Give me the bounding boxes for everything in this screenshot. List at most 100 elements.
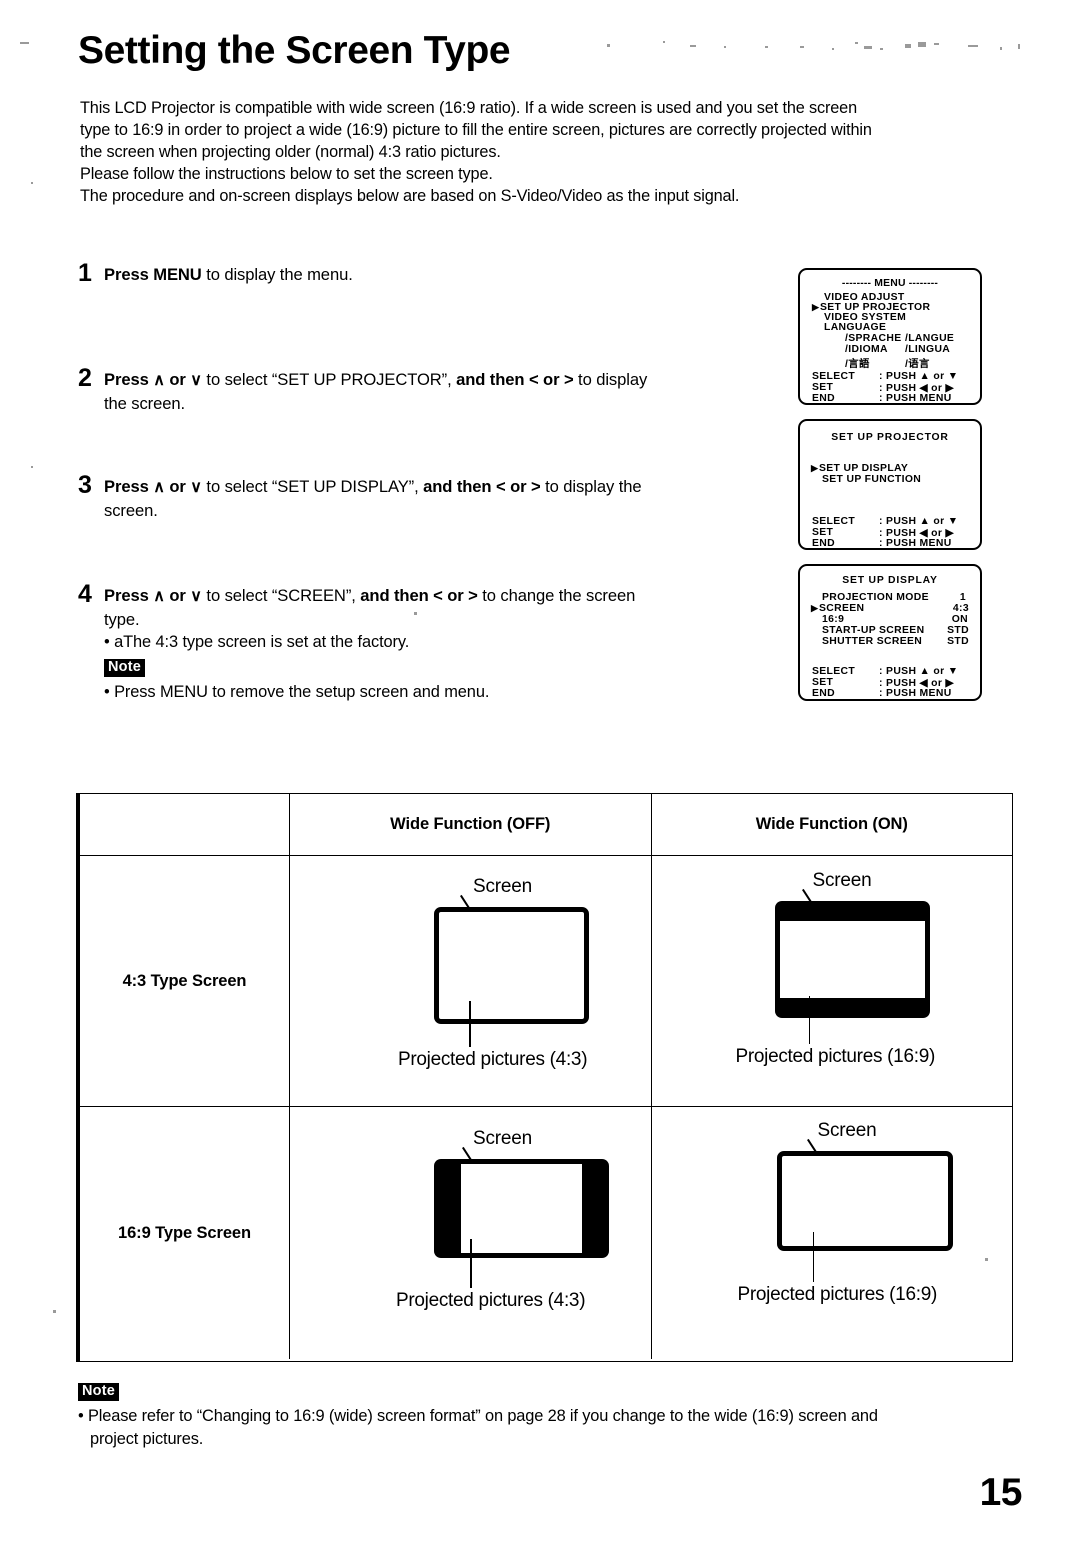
- step-4: 4 Press ∧ or ∨ to select “SCREEN”, and t…: [78, 580, 778, 703]
- page-number: 15: [979, 1471, 1023, 1514]
- osd-menu-lang-sprache: /SPRACHE: [845, 333, 902, 344]
- osd-menu-legend-end-val: : PUSH MENU: [879, 393, 952, 404]
- cell-16-9-wide-on: Screen Projected pictures (16:9): [652, 1107, 1013, 1359]
- down-arrow-icon: ∨: [190, 588, 202, 605]
- step-4-bullet: • aThe 4:3 type screen is set at the fac…: [104, 633, 410, 651]
- step-4-press: Press: [104, 586, 149, 605]
- intro-line-2: type to 16:9 in order to project a wide …: [80, 121, 872, 140]
- step-4-mid: to select “SCREEN”,: [201, 586, 361, 605]
- osd-display-legend-set-key: SET: [812, 677, 834, 688]
- osd-projector-legend-end-key: END: [812, 538, 835, 549]
- osd-display-value-screen: 4:3: [952, 603, 969, 614]
- projected-leader-line: [812, 1232, 815, 1282]
- osd-projector-legend-select-key: SELECT: [812, 516, 856, 527]
- step-4-note-badge-wrap: Note: [104, 655, 778, 678]
- projected-caption: Projected pictures (4:3): [398, 1049, 588, 1070]
- table-header-wide-off: Wide Function (OFF): [290, 794, 652, 855]
- table-row: 4:3 Type Screen Screen Projected picture…: [80, 856, 1012, 1107]
- cell-4-3-wide-on: Screen Projected pictures (16:9): [652, 856, 1013, 1106]
- osd-menu-lang-chinese: /语言: [905, 359, 930, 370]
- projected-caption: Projected pictures (4:3): [396, 1290, 586, 1311]
- screen-caption: Screen: [473, 1128, 533, 1149]
- osd-display-legend-end-val: : PUSH MENU: [879, 688, 952, 699]
- page-title: Setting the Screen Type: [78, 29, 511, 72]
- intro-line-1: This LCD Projector is compatible with wi…: [80, 99, 857, 117]
- projected-leader-line: [469, 1001, 471, 1047]
- osd-menu-title: -------- MENU --------: [841, 278, 939, 289]
- osd-display-legend-select-key: SELECT: [812, 666, 856, 677]
- table-header-wide-on: Wide Function (ON): [652, 794, 1013, 855]
- step-1-press: Press MENU: [104, 265, 202, 284]
- screen-caption: Screen: [473, 876, 533, 897]
- note-badge: Note: [78, 1383, 120, 1402]
- row-label-16-9-type-screen: 16:9 Type Screen: [80, 1107, 290, 1359]
- projected-picture-area: [461, 1164, 582, 1253]
- diagram-4-3-wide-on: Screen Projected pictures (16:9): [652, 856, 1013, 1106]
- up-arrow-icon: ∧: [153, 588, 165, 605]
- screen-frame-letterbox: [774, 901, 930, 1018]
- osd-menu-legend-select-key: SELECT: [812, 371, 856, 382]
- row-label-text: 16:9 Type Screen: [118, 1223, 251, 1242]
- osd-projector-legend-end-val: : PUSH MENU: [879, 538, 952, 549]
- osd-menu-legend-end-key: END: [812, 393, 835, 404]
- osd-display-legend-select-val: : PUSH ▲ or ▼: [879, 666, 959, 677]
- down-arrow-icon: ∨: [190, 479, 202, 496]
- diagram-4-3-wide-off: Screen Projected pictures (4:3): [290, 856, 651, 1106]
- intro-paragraph: This LCD Projector is compatible with wi…: [80, 97, 1005, 207]
- osd-menu-legend-set-key: SET: [812, 382, 834, 393]
- step-3-body: Press ∧ or ∨ to select “SET UP DISPLAY”,…: [104, 476, 778, 522]
- step-2-tail: to display: [573, 370, 648, 389]
- osd-projector-item-set-up-display: SET UP DISPLAY: [819, 463, 909, 474]
- step-4-body: Press ∧ or ∨ to select “SCREEN”, and the…: [104, 585, 778, 703]
- bottom-note-text: • Please refer to “Changing to 16:9 (wid…: [78, 1405, 1018, 1450]
- osd-menu-lang-idioma: /IDIOMA: [845, 344, 888, 355]
- step-3-and-then: and then < or >: [423, 477, 541, 496]
- step-2-body: Press ∧ or ∨ to select “SET UP PROJECTOR…: [104, 369, 778, 415]
- osd-display-title: SET UP DISPLAY: [842, 575, 938, 586]
- bottom-note: Note • Please refer to “Changing to 16:9…: [78, 1382, 1018, 1450]
- table-corner-cell: [80, 794, 290, 855]
- intro-line-5: The procedure and on-screen displays bel…: [80, 187, 740, 206]
- step-4-line-1: Press ∧ or ∨ to select “SCREEN”, and the…: [104, 585, 778, 609]
- intro-line-3: the screen when projecting older (normal…: [80, 143, 501, 162]
- step-4-or: or: [169, 586, 186, 605]
- bottom-note-line-1: • Please refer to “Changing to 16:9 (wid…: [78, 1407, 878, 1426]
- step-1-number: 1: [78, 259, 92, 287]
- screen-frame-pillarbox: [434, 1159, 609, 1258]
- step-4-number: 4: [78, 580, 92, 608]
- step-3-press: Press: [104, 477, 149, 496]
- row-label-text: 4:3 Type Screen: [122, 971, 247, 990]
- note-badge: Note: [104, 659, 146, 678]
- osd-projector-legend-set-key: SET: [812, 527, 834, 538]
- cell-16-9-wide-off: Screen Projected pictures (4:3): [290, 1107, 652, 1359]
- step-2-line-1: Press ∧ or ∨ to select “SET UP PROJECTOR…: [104, 369, 778, 393]
- step-3-tail: to display the: [540, 477, 642, 496]
- osd-menu-lang-lingua: /LINGUA: [905, 344, 951, 355]
- osd-display-value-start-up-screen: STD: [947, 625, 969, 636]
- diagram-16-9-wide-on: Screen Projected pictures (16:9): [652, 1107, 1013, 1359]
- step-2-mid: to select “SET UP PROJECTOR”,: [201, 370, 457, 389]
- step-2-number: 2: [78, 364, 92, 392]
- osd-menu-screen: -------- MENU -------- VIDEO ADJUST ▶ SE…: [798, 268, 982, 405]
- step-3-line-1: Press ∧ or ∨ to select “SET UP DISPLAY”,…: [104, 476, 778, 500]
- osd-menu-legend-select-val: : PUSH ▲ or ▼: [879, 371, 959, 382]
- step-4-note-bullet: • Press MENU to remove the setup screen …: [104, 682, 490, 701]
- intro-line-4: Please follow the instructions below to …: [80, 165, 493, 184]
- step-1: 1 Press MENU to display the menu.: [78, 259, 778, 287]
- osd-menu-lang-japanese: /言語: [845, 359, 870, 370]
- step-3-number: 3: [78, 471, 92, 499]
- up-arrow-icon: ∧: [153, 479, 165, 496]
- screen-type-comparison-table: Wide Function (OFF) Wide Function (ON) 4…: [76, 793, 1013, 1362]
- step-3-mid: to select “SET UP DISPLAY”,: [201, 477, 424, 496]
- step-3: 3 Press ∧ or ∨ to select “SET UP DISPLAY…: [78, 471, 778, 522]
- step-2: 2 Press ∧ or ∨ to select “SET UP PROJECT…: [78, 364, 778, 415]
- down-arrow-icon: ∨: [190, 372, 202, 389]
- osd-display-item-start-up-screen: START-UP SCREEN: [822, 625, 925, 636]
- table-header-wide-off-label: Wide Function (OFF): [390, 815, 551, 833]
- bottom-note-line-2: project pictures.: [90, 1429, 204, 1448]
- screen-frame: [434, 907, 589, 1024]
- step-3-or: or: [169, 477, 186, 496]
- table-header-wide-on-label: Wide Function (ON): [755, 815, 908, 833]
- osd-display-item-shutter-screen: SHUTTER SCREEN: [822, 636, 923, 647]
- step-2-or: or: [169, 370, 186, 389]
